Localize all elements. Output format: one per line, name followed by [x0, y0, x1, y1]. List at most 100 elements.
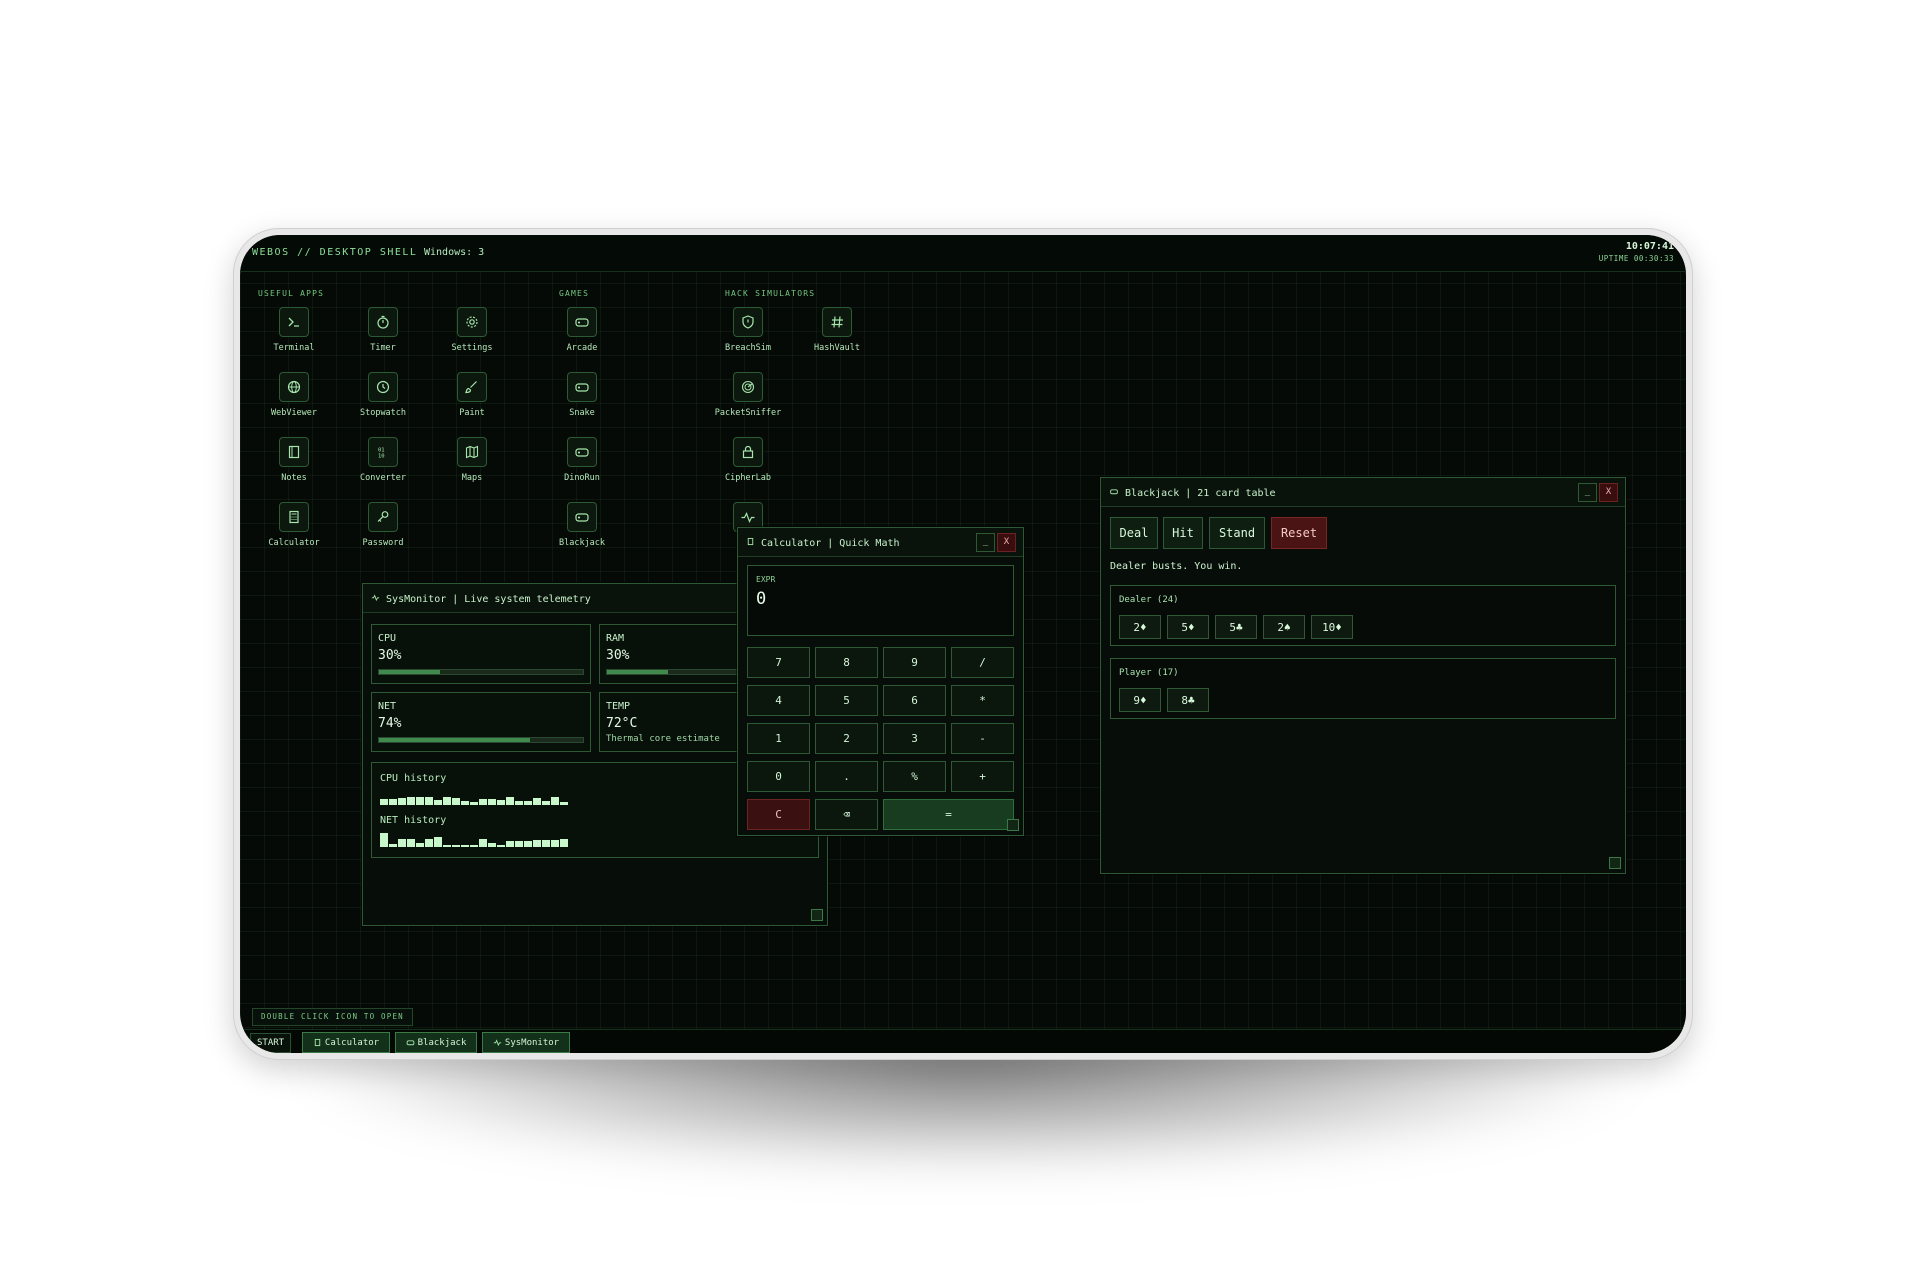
key-2[interactable]: 2 [815, 723, 878, 754]
key-plus[interactable]: + [951, 761, 1014, 792]
resize-handle[interactable] [811, 909, 823, 921]
app-label: CipherLab [724, 473, 772, 483]
minimize-button[interactable]: _ [976, 533, 995, 552]
taskbar-item-sysmonitor[interactable]: SysMonitor [482, 1032, 570, 1053]
binary-icon: 01 10 [368, 437, 398, 467]
app-label: Stopwatch [359, 408, 407, 418]
taskbar-item-label: Calculator [324, 1037, 380, 1048]
key-multiply[interactable]: * [951, 685, 1014, 716]
app-icon-snake[interactable]: Snake [542, 372, 622, 432]
key-0[interactable]: 0 [747, 761, 810, 792]
top-bar: WEBOS // DESKTOP SHELL Windows: 3 10:07:… [240, 235, 1686, 272]
key-decimal[interactable]: . [815, 761, 878, 792]
key-5[interactable]: 5 [815, 685, 878, 716]
player-hand: Player (17) 9♦ 8♣ [1110, 658, 1616, 719]
key-6[interactable]: 6 [883, 685, 946, 716]
cpu-history-bar [551, 797, 559, 805]
app-label: DinoRun [564, 473, 600, 483]
key-1[interactable]: 1 [747, 723, 810, 754]
resize-handle[interactable] [1007, 819, 1019, 831]
calculator-window[interactable]: Calculator | Quick Math _ X EXPR 0 7 8 9… [737, 527, 1024, 836]
reset-button[interactable]: Reset [1271, 517, 1327, 549]
calc-display: EXPR 0 [747, 565, 1014, 636]
app-icon-timer[interactable]: Timer [343, 307, 423, 367]
app-icon-maps[interactable]: Maps [432, 437, 512, 497]
resize-handle[interactable] [1609, 857, 1621, 869]
net-card: NET 74% [371, 692, 591, 752]
gamepad-icon [406, 1040, 414, 1046]
game-status: Dealer busts. You win. [1110, 561, 1243, 572]
net-history-bar [470, 845, 478, 847]
window-title: SysMonitor | Live system telemetry [386, 594, 591, 605]
window-title-wrap: Blackjack | 21 card table [1109, 487, 1276, 499]
app-label: HashVault [813, 343, 861, 353]
key-3[interactable]: 3 [883, 723, 946, 754]
section-hack-simulators: HACK SIMULATORS [725, 289, 816, 298]
clear-button[interactable]: C [747, 799, 810, 830]
close-button[interactable]: X [1599, 483, 1618, 502]
app-icon-calculator[interactable]: Calculator [254, 502, 334, 562]
cpu-history-bar [407, 797, 415, 805]
cpu-history-label: CPU history [380, 773, 447, 784]
app-icon-webviewer[interactable]: WebViewer [254, 372, 334, 432]
key-minus[interactable]: - [951, 723, 1014, 754]
hit-button[interactable]: Hit [1163, 517, 1203, 549]
app-icon-paint[interactable]: Paint [432, 372, 512, 432]
cpu-bar-fill [379, 670, 441, 674]
app-icon-packetsniffer[interactable]: PacketSniffer [708, 372, 788, 432]
key-9[interactable]: 9 [883, 647, 946, 678]
cpu-history-bar [542, 801, 550, 805]
app-icon-blackjack[interactable]: Blackjack [542, 502, 622, 562]
dealer-card: 2♦ [1119, 615, 1161, 639]
app-icon-stopwatch[interactable]: Stopwatch [343, 372, 423, 432]
blackjack-titlebar[interactable]: Blackjack | 21 card table _ X [1101, 478, 1625, 507]
cpu-history-bar [398, 798, 406, 805]
app-icon-cipherlab[interactable]: CipherLab [708, 437, 788, 497]
app-label: WebViewer [270, 408, 318, 418]
app-icon-arcade[interactable]: Arcade [542, 307, 622, 367]
cpu-history-bar [416, 797, 424, 805]
app-icon-notes[interactable]: Notes [254, 437, 334, 497]
key-7[interactable]: 7 [747, 647, 810, 678]
net-history-bar [497, 845, 505, 847]
app-icon-terminal[interactable]: Terminal [254, 307, 334, 367]
taskbar-item-blackjack[interactable]: Blackjack [395, 1032, 477, 1053]
app-icon-password[interactable]: Password [343, 502, 423, 562]
net-history-bar [380, 833, 388, 847]
cpu-history-sparkline [380, 789, 568, 805]
ram-value: 30% [606, 648, 630, 663]
clock: 10:07:41 [1625, 241, 1674, 252]
minimize-button[interactable]: _ [1578, 483, 1597, 502]
net-history-bar [389, 844, 397, 847]
stand-button[interactable]: Stand [1209, 517, 1265, 549]
start-button[interactable]: START [250, 1033, 292, 1053]
window-title: Calculator | Quick Math [761, 538, 900, 549]
app-icon-converter[interactable]: 01 10 Converter [343, 437, 423, 497]
app-icon-breachsim[interactable]: BreachSim [708, 307, 788, 367]
key-divide[interactable]: / [951, 647, 1014, 678]
key-4[interactable]: 4 [747, 685, 810, 716]
app-icon-settings[interactable]: Settings [432, 307, 512, 367]
clock-icon [368, 372, 398, 402]
blackjack-window[interactable]: Blackjack | 21 card table _ X Deal Hit S… [1100, 477, 1626, 874]
equals-button[interactable]: = [883, 799, 1014, 830]
calculator-titlebar[interactable]: Calculator | Quick Math _ X [738, 528, 1023, 557]
close-button[interactable]: X [997, 533, 1016, 552]
app-icon-dinorun[interactable]: DinoRun [542, 437, 622, 497]
map-icon [457, 437, 487, 467]
terminal-icon [279, 307, 309, 337]
key-8[interactable]: 8 [815, 647, 878, 678]
taskbar-item-calculator[interactable]: Calculator [302, 1032, 390, 1053]
uptime: UPTIME 00:30:33 [1598, 254, 1674, 263]
net-history-bar [533, 840, 541, 847]
backspace-button[interactable]: ⌫ [815, 799, 878, 830]
gamepad-icon [567, 437, 597, 467]
app-icon-hashvault[interactable]: HashVault [797, 307, 877, 367]
key-percent[interactable]: % [883, 761, 946, 792]
app-label: BreachSim [724, 343, 772, 353]
taskbar-item-label: Blackjack [417, 1037, 467, 1048]
cpu-history-bar [506, 797, 514, 805]
deal-button[interactable]: Deal [1110, 517, 1158, 549]
section-useful-apps: USEFUL APPS [258, 289, 325, 298]
cpu-history-bar [533, 798, 541, 805]
